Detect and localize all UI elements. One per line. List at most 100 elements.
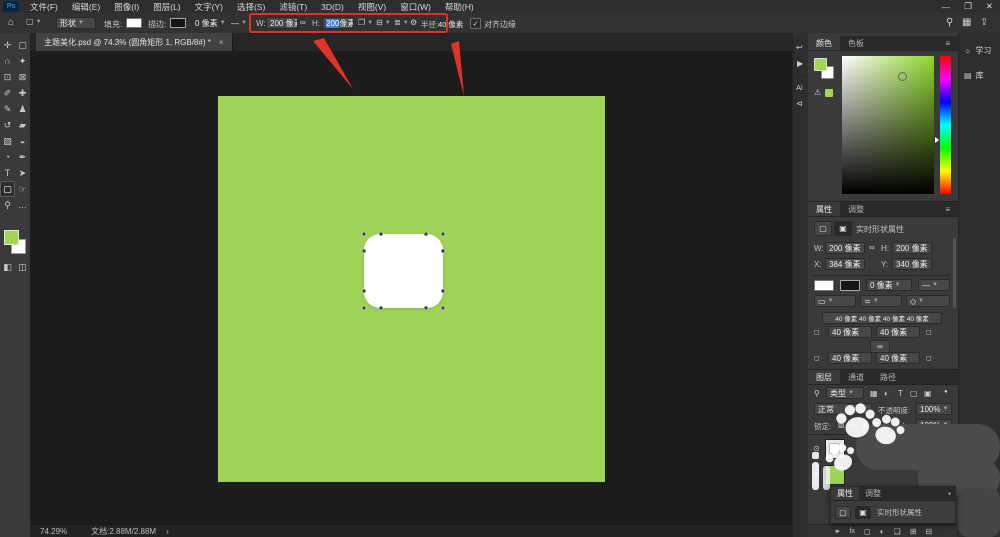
zoom-tool[interactable]: ⚲ (0, 197, 15, 213)
minimize-button[interactable]: — (935, 0, 958, 13)
history-panel-icon[interactable]: ↩ (796, 43, 803, 52)
libraries-panel-button[interactable]: ▤ 库 (964, 70, 1000, 81)
properties-menu-icon[interactable]: ≡ (937, 202, 958, 216)
zoom-level[interactable]: 74.29% (40, 527, 67, 536)
learn-panel-button[interactable]: ☼ 学习 (964, 45, 1000, 56)
corner-br-field[interactable]: 40 像素 (876, 352, 920, 364)
clone-stamp-tool[interactable]: ♟ (15, 101, 30, 117)
close-button[interactable]: ✕ (979, 0, 1000, 13)
menu-layer[interactable]: 图层(L) (146, 0, 187, 13)
stroke-align-select[interactable]: ▭ ▼ (814, 295, 856, 307)
eyedropper-tool[interactable]: ✐ (0, 85, 15, 101)
opacity-field[interactable]: 100% ▼ (916, 403, 952, 415)
home-icon[interactable]: ⌂ (8, 17, 14, 28)
gradient-tool[interactable]: ▧ (0, 133, 15, 149)
filter-smartobject-icon[interactable]: ▣ (924, 389, 932, 398)
quick-mask-button[interactable]: ◧ (0, 259, 15, 275)
menu-edit[interactable]: 编辑(E) (65, 0, 107, 13)
menu-type[interactable]: 文字(Y) (188, 0, 230, 13)
color-panel-menu-icon[interactable]: ≡ (937, 36, 958, 50)
visibility-eye-icon[interactable]: ⊙ (813, 444, 820, 453)
workspace-icon[interactable]: ▦ (962, 17, 971, 28)
mini-tab-adjustments[interactable]: 调整 (859, 487, 887, 500)
marquee-tool[interactable]: ▢ (15, 37, 30, 53)
tab-paths[interactable]: 路径 (872, 370, 904, 384)
frame-tool[interactable]: ⊠ (15, 69, 30, 85)
radius-field[interactable]: 40 像素 (438, 19, 463, 30)
layer-fill-field[interactable]: 100% ▼ (916, 419, 952, 431)
blur-tool[interactable]: ◒ (15, 133, 30, 149)
prop-fill-swatch[interactable] (814, 280, 834, 291)
align-edges-checkbox[interactable]: ✓ (470, 18, 481, 29)
healing-brush-tool[interactable]: ✚ (15, 85, 30, 101)
stroke-swatch[interactable] (170, 18, 186, 28)
tool-mode-select[interactable]: 形状 ▼ (56, 17, 96, 29)
lock-transparent-icon[interactable]: ▨ (838, 421, 845, 429)
prop-link-icon[interactable]: ∞ (869, 243, 875, 252)
dodge-tool[interactable]: ◔ (0, 149, 15, 165)
ai-panel-icon[interactable]: Ai (796, 83, 803, 92)
menu-select[interactable]: 选择(S) (230, 0, 272, 13)
filter-shape-icon[interactable]: ▢ (910, 389, 918, 398)
path-arrangement-button[interactable]: ≣ ▼ (394, 18, 409, 27)
tab-swatches[interactable]: 色板 (840, 36, 872, 50)
new-layer-icon[interactable]: ⊞ (910, 527, 917, 536)
layer-thumbnail[interactable] (824, 464, 845, 485)
layer-style-fx-icon[interactable]: fx (850, 528, 855, 535)
crop-tool[interactable]: ⊡ (0, 69, 15, 85)
path-alignment-button[interactable]: ⊟ ▼ (376, 18, 391, 27)
hand-tool[interactable]: ☞ (15, 181, 30, 197)
quick-selection-tool[interactable]: ✦ (15, 53, 30, 69)
filter-pixel-icon[interactable]: ▦ (870, 389, 878, 398)
filter-type-icon[interactable]: T (898, 389, 903, 398)
hue-slider[interactable] (940, 56, 951, 194)
hue-slider-thumb[interactable] (935, 137, 939, 143)
width-field[interactable]: 200 像素 (266, 17, 298, 29)
adjustment-layer-icon[interactable]: ◐ (880, 527, 885, 536)
prop-h-field[interactable]: 200 像素 (892, 242, 932, 254)
link-dimensions-icon[interactable]: ∞ (300, 18, 306, 27)
tool-preset-dropdown[interactable]: ▢ ▼ (26, 17, 42, 26)
tab-layers[interactable]: 图层 (808, 370, 840, 384)
mini-tab-properties[interactable]: 属性 (831, 487, 859, 500)
height-field[interactable]: 200 像素 (322, 17, 354, 29)
lasso-tool[interactable]: ∩ (0, 53, 15, 69)
stroke-type-select[interactable]: — ▼ (228, 17, 250, 29)
tab-adjustments[interactable]: 调整 (840, 202, 872, 216)
color-fg-swatch[interactable] (814, 58, 827, 71)
status-chevron-icon[interactable]: › (166, 527, 169, 536)
filter-adjustment-icon[interactable]: ◐ (884, 389, 889, 398)
screen-mode-button[interactable]: ◫ (15, 259, 30, 275)
path-operations-button[interactable]: ❐ ▼ (358, 18, 373, 27)
gear-icon[interactable]: ⚙ (410, 18, 417, 27)
history-brush-tool[interactable]: ↺ (0, 117, 15, 133)
document-tab[interactable]: 主题美化.psd @ 74.3% (圆角矩形 1, RGB/8#) * × (36, 33, 233, 51)
prop-w-field[interactable]: 200 像素 (825, 242, 865, 254)
restore-button[interactable]: ❐ (957, 0, 979, 13)
more-tools-button[interactable]: … (15, 197, 30, 213)
layer-row-background[interactable]: ⊙ (808, 462, 958, 488)
pen-tool[interactable]: ✒ (15, 149, 30, 165)
foreground-color-swatch[interactable] (4, 230, 19, 245)
share-icon[interactable]: ⇪ (980, 17, 988, 28)
tab-properties[interactable]: 属性 (808, 202, 840, 216)
lock-artboard-icon[interactable]: ▣ (862, 421, 869, 429)
corner-tl-field[interactable]: 40 像素 (828, 326, 872, 338)
prop-x-field[interactable]: 384 像素 (825, 258, 865, 270)
tab-close-icon[interactable]: × (219, 38, 224, 47)
tab-color[interactable]: 颜色 (808, 36, 840, 50)
search-icon[interactable]: ⚲ (946, 17, 953, 28)
stroke-corner-select[interactable]: ◇ ▼ (906, 295, 950, 307)
corner-tr-field[interactable]: 40 像素 (876, 326, 920, 338)
tab-channels[interactable]: 通道 (840, 370, 872, 384)
properties-scrollbar[interactable] (953, 238, 956, 308)
delete-layer-icon[interactable]: ⊟ (925, 527, 932, 536)
link-layers-icon[interactable]: ⚭ (834, 527, 841, 536)
prop-stroke-width-field[interactable]: 0 像素 ▼ (866, 279, 912, 291)
menu-window[interactable]: 窗口(W) (393, 0, 438, 13)
prop-stroke-swatch[interactable] (840, 280, 860, 291)
lock-position-icon[interactable]: ✛ (850, 421, 856, 429)
menu-help[interactable]: 帮助(H) (438, 0, 481, 13)
menu-image[interactable]: 图像(I) (107, 0, 146, 13)
layer-thumbnail[interactable] (824, 438, 845, 459)
